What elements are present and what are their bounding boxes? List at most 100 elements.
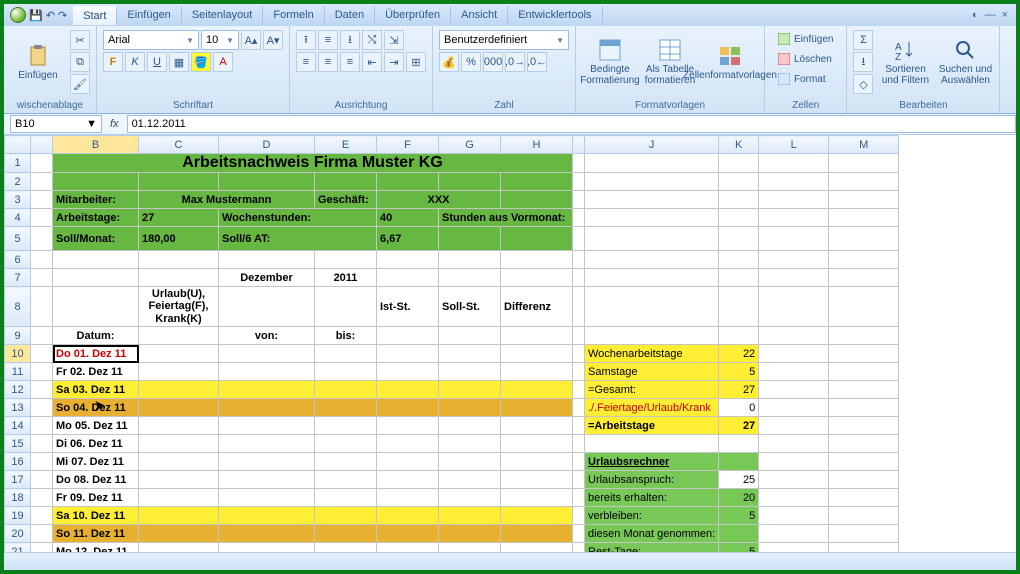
copy-icon[interactable]: ⧉ [70,52,90,72]
cell[interactable]: Dezember [219,269,315,287]
cell[interactable] [573,435,585,453]
cell[interactable] [585,191,719,209]
cell[interactable]: ./.Feiertage/Urlaub/Krank [585,399,719,417]
cell[interactable] [585,251,719,269]
cell[interactable] [31,489,53,507]
cell[interactable] [573,191,585,209]
cell[interactable] [759,417,829,435]
row-header[interactable]: 5 [5,227,31,251]
cell[interactable] [573,417,585,435]
cell[interactable] [829,287,899,327]
wrap-text-icon[interactable]: ⇲ [384,30,404,50]
help-icon[interactable]: ◐ [972,9,979,21]
cell[interactable] [315,507,377,525]
row-header[interactable]: 16 [5,453,31,471]
row-header[interactable]: 15 [5,435,31,453]
cell[interactable] [759,287,829,327]
tab-überprüfen[interactable]: Überprüfen [375,6,451,25]
cell[interactable] [219,363,315,381]
cell[interactable]: 5 [719,507,759,525]
cell[interactable] [377,269,439,287]
column-header[interactable]: C [139,136,219,154]
tab-seitenlayout[interactable]: Seitenlayout [182,6,264,25]
tab-einfügen[interactable]: Einfügen [117,6,181,25]
cell[interactable] [829,525,899,543]
cell[interactable] [573,327,585,345]
cell[interactable]: Differenz [501,287,573,327]
cell[interactable] [377,399,439,417]
cell[interactable] [829,471,899,489]
cell[interactable] [829,173,899,191]
cell[interactable] [31,327,53,345]
row-header[interactable]: 2 [5,173,31,191]
cell[interactable]: Samstage [585,363,719,381]
cell[interactable]: Soll/6 AT: [219,227,377,251]
cell[interactable] [759,381,829,399]
column-header[interactable]: M [829,136,899,154]
align-center-icon[interactable]: ≡ [318,52,338,72]
cell[interactable] [501,417,573,435]
cell[interactable] [759,507,829,525]
currency-icon[interactable]: 💰 [439,52,459,72]
cell[interactable] [573,507,585,525]
cell[interactable] [829,489,899,507]
cell[interactable] [501,471,573,489]
merge-button[interactable]: ⊞ [406,52,426,72]
cell[interactable] [829,251,899,269]
column-header[interactable]: K [719,136,759,154]
cell[interactable]: diesen Monat genommen: [585,525,719,543]
cell[interactable] [439,525,501,543]
row-header[interactable]: 7 [5,269,31,287]
cell[interactable] [31,453,53,471]
cell[interactable] [585,227,719,251]
cell[interactable] [53,287,139,327]
clear-icon[interactable]: ◇ [853,74,873,94]
increase-decimal-icon[interactable]: ,0→ [505,52,525,72]
cell[interactable] [439,251,501,269]
cell[interactable]: Geschäft: [315,191,377,209]
column-header[interactable]: B [53,136,139,154]
cell[interactable] [585,209,719,227]
align-middle-icon[interactable]: ≡ [318,30,338,50]
cell[interactable] [377,381,439,399]
cell[interactable] [315,381,377,399]
row-header[interactable]: 9 [5,327,31,345]
cut-icon[interactable]: ✂ [70,30,90,50]
cell[interactable] [315,399,377,417]
cell[interactable]: Soll-St. [439,287,501,327]
cell[interactable] [315,345,377,363]
cell[interactable] [501,191,573,209]
cell[interactable]: Stunden aus Vormonat: [439,209,573,227]
cell[interactable] [31,525,53,543]
font-name-combo[interactable]: Arial▼ [103,30,199,50]
cell[interactable]: 2011 [315,269,377,287]
cell[interactable]: Wochenstunden: [219,209,377,227]
cell[interactable]: 20 [719,489,759,507]
cell[interactable] [439,489,501,507]
cell[interactable] [759,453,829,471]
tab-entwicklertools[interactable]: Entwicklertools [508,6,602,25]
office-button[interactable] [10,7,26,23]
minimize-ribbon-icon[interactable]: — [985,9,996,21]
cell[interactable] [377,345,439,363]
cell[interactable] [573,173,585,191]
cell[interactable] [439,507,501,525]
cell[interactable] [315,435,377,453]
cell[interactable] [585,287,719,327]
cell[interactable] [31,435,53,453]
align-right-icon[interactable]: ≡ [340,52,360,72]
cell[interactable] [377,507,439,525]
cell[interactable] [219,489,315,507]
cell[interactable] [219,417,315,435]
cell[interactable]: 22 [719,345,759,363]
cell[interactable] [829,543,899,553]
cell[interactable]: Mitarbeiter: [53,191,139,209]
cell[interactable] [719,251,759,269]
cell[interactable] [573,363,585,381]
cell[interactable] [759,173,829,191]
cell[interactable]: 25 [719,471,759,489]
cell[interactable] [759,489,829,507]
cell[interactable] [31,381,53,399]
cell[interactable] [315,363,377,381]
column-header[interactable]: E [315,136,377,154]
